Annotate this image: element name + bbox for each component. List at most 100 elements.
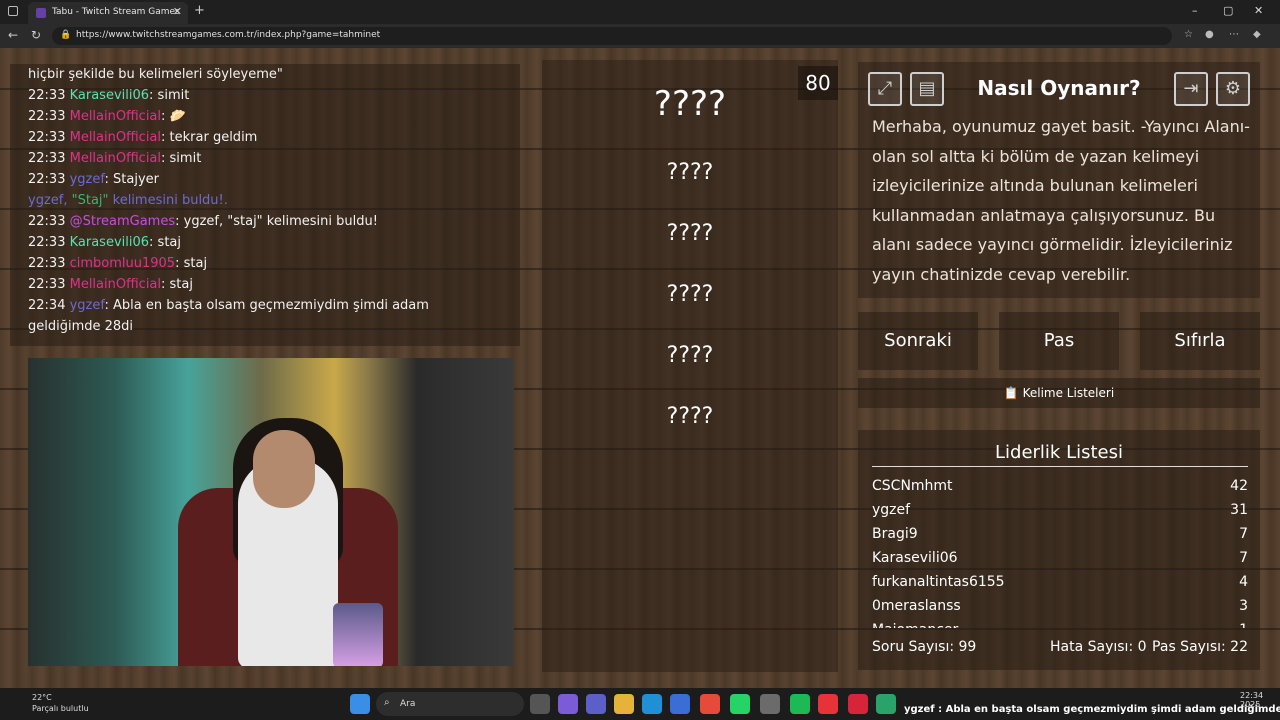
- chat-message: hiçbir şekilde bu kelimeleri söyleyeme": [28, 64, 520, 85]
- task-view-icon[interactable]: [530, 694, 550, 714]
- file-explorer-icon[interactable]: [614, 694, 634, 714]
- leaderboard-name: Bragi9: [872, 526, 918, 542]
- leaderboard-name: furkanaltintas6155: [872, 574, 1005, 590]
- chat-panel: hiçbir şekilde bu kelimeleri söyleyeme" 2…: [10, 64, 520, 346]
- leaderboard-name: Karasevili06: [872, 550, 958, 566]
- chat-text: simit: [165, 151, 202, 166]
- refresh-icon[interactable]: ↻: [31, 28, 41, 42]
- close-window-icon[interactable]: ✕: [1254, 4, 1263, 17]
- opera-icon[interactable]: [818, 694, 838, 714]
- url-text: https://www.twitchstreamgames.com.tr/ind…: [76, 30, 381, 40]
- chrome-icon[interactable]: [700, 694, 720, 714]
- webcam-feed: [28, 358, 514, 666]
- clock[interactable]: 22:34 2025: [1240, 691, 1263, 709]
- leaderboard-score: 31: [1230, 502, 1248, 518]
- chat-text: staj: [179, 256, 208, 271]
- maximize-icon[interactable]: ▢: [1223, 4, 1233, 17]
- app-green-icon[interactable]: [876, 694, 896, 714]
- teams-icon[interactable]: [586, 694, 606, 714]
- chat-message: 22:33 cimbomluu1905: staj: [28, 253, 520, 274]
- chat-message: 22:33 MellainOfficial: tekrar geldim: [28, 127, 520, 148]
- copilot-icon[interactable]: ◆: [1253, 29, 1261, 40]
- chat-username[interactable]: cimbomluu1905: [70, 256, 175, 271]
- chat-username[interactable]: @StreamGames: [70, 214, 176, 229]
- search-icon: ⌕: [384, 697, 390, 708]
- weather-widget[interactable]: 22°C Parçalı bulutlu: [14, 692, 89, 714]
- pass-button[interactable]: Pas: [999, 312, 1119, 370]
- chat-username[interactable]: ygzef: [70, 298, 105, 313]
- leaderboard-rows[interactable]: CSCNmhmt 42 ygzef 31 Bragi9 7 Karasevili06 7 fur…: [872, 474, 1248, 628]
- clock-time: 22:34: [1240, 691, 1264, 700]
- leaderboard-row: CSCNmhmt 42: [872, 474, 1248, 498]
- leaderboard-score: 7: [1239, 526, 1248, 542]
- word-lists-button[interactable]: 📋 Kelime Listeleri: [858, 378, 1260, 408]
- chat-system-text: kelimesini buldu!.: [108, 193, 228, 208]
- chat-found-word: "Staj": [71, 193, 109, 208]
- pass-count: Pas Sayısı: 22: [1152, 639, 1248, 655]
- copilot-app-icon[interactable]: [558, 694, 578, 714]
- chat-username[interactable]: ygzef: [70, 172, 105, 187]
- leaderboard-row: Majomancer 1: [872, 618, 1248, 628]
- steam-icon[interactable]: [760, 694, 780, 714]
- leaderboard-row: 0meraslanss 3: [872, 594, 1248, 618]
- chat-message: 22:33 MellainOfficial: simit: [28, 148, 520, 169]
- leaderboard-name: Majomancer: [872, 618, 958, 628]
- weather-temp: 22°C: [32, 693, 52, 702]
- profile-icon[interactable]: ●: [1205, 29, 1214, 40]
- tab-close-icon[interactable]: ✕: [173, 5, 182, 18]
- edge-icon[interactable]: [642, 694, 662, 714]
- game-page: hiçbir şekilde bu kelimeleri söyleyeme" 2…: [0, 48, 1280, 688]
- forbidden-word-3: ????: [666, 282, 714, 307]
- leaderboard-name: ygzef: [872, 502, 911, 518]
- forbidden-word-1: ????: [666, 160, 714, 185]
- weather-desc: Parçalı bulutlu: [32, 704, 89, 713]
- chat-message: 22:33 Karasevili06: staj: [28, 232, 520, 253]
- tab-actions-icon[interactable]: [8, 6, 18, 16]
- chat-timestamp: 22:33: [28, 172, 66, 187]
- chat-username[interactable]: MellainOfficial: [70, 109, 161, 124]
- chat-username[interactable]: MellainOfficial: [70, 277, 161, 292]
- whatsapp-icon[interactable]: [730, 694, 750, 714]
- how-to-play-panel: ⤢ ▤ Nasıl Oynanır? ⇥ ⚙ Merhaba, oyunumuz…: [858, 62, 1260, 298]
- search-label: Ara: [400, 699, 416, 709]
- browser-tab[interactable]: Tabu - Twitch Stream Games ✕: [28, 2, 188, 24]
- leaderboard-row: furkanaltintas6155 4: [872, 570, 1248, 594]
- start-icon[interactable]: [350, 694, 370, 714]
- minimize-icon[interactable]: –: [1192, 4, 1198, 17]
- leaderboard-score: 42: [1230, 478, 1248, 494]
- error-count: Hata Sayısı: 0: [1050, 639, 1147, 655]
- leaderboard-row: Bragi9 7: [872, 522, 1248, 546]
- taskbar-search[interactable]: ⌕ Ara: [376, 692, 524, 716]
- back-icon[interactable]: ←: [8, 28, 18, 42]
- next-button[interactable]: Sonraki: [858, 312, 978, 370]
- forbidden-word-5: ????: [666, 404, 714, 429]
- chat-username[interactable]: MellainOfficial: [70, 130, 161, 145]
- url-field[interactable]: 🔒 https://www.twitchstreamgames.com.tr/i…: [52, 27, 1172, 45]
- chat-message: 22:33 MellainOfficial: staj: [28, 274, 520, 295]
- settings-gear-icon[interactable]: ⚙: [1216, 72, 1250, 106]
- reset-button[interactable]: Sıfırla: [1140, 312, 1260, 370]
- app-w-icon[interactable]: [848, 694, 868, 714]
- chat-username[interactable]: Karasevili06: [70, 88, 149, 103]
- favorites-icon[interactable]: ☆: [1184, 29, 1193, 40]
- chat-timestamp: 22:33: [28, 109, 66, 124]
- logout-icon[interactable]: ⇥: [1174, 72, 1208, 106]
- chat-username[interactable]: MellainOfficial: [70, 151, 161, 166]
- menu-icon[interactable]: ⋯: [1229, 29, 1239, 40]
- chat-text: 🥟: [165, 109, 186, 124]
- chat-timestamp: 22:33: [28, 214, 66, 229]
- store-icon[interactable]: [670, 694, 690, 714]
- new-tab-button[interactable]: +: [194, 3, 205, 18]
- spotify-icon[interactable]: [790, 694, 810, 714]
- chat-username[interactable]: Karasevili06: [70, 235, 149, 250]
- main-word: ????: [653, 84, 727, 124]
- chat-timestamp: 22:34: [28, 298, 66, 313]
- leaderboard-divider: [872, 466, 1248, 467]
- clock-date: 2025: [1240, 700, 1261, 709]
- chat-text: tekrar geldim: [165, 130, 258, 145]
- chat-username[interactable]: ygzef,: [28, 193, 72, 208]
- chat-message: 22:33 @StreamGames: ygzef, "staj" kelime…: [28, 211, 520, 232]
- forbidden-word-2: ????: [666, 221, 714, 246]
- forbidden-word-4: ????: [666, 343, 714, 368]
- chat-timestamp: 22:33: [28, 88, 66, 103]
